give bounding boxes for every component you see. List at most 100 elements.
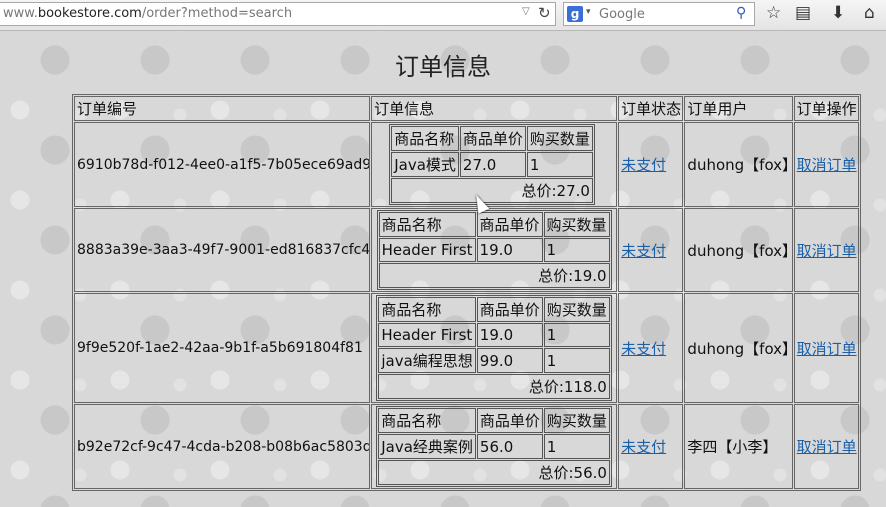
item-header-price: 商品单价 xyxy=(476,408,543,433)
download-icon[interactable]: ⬇ xyxy=(831,3,845,23)
item-row: Java经典案例 56.0 1 xyxy=(378,434,610,459)
item-header-name: 商品名称 xyxy=(391,126,459,151)
cancel-order-link[interactable]: 取消订单 xyxy=(797,340,857,358)
reload-icon[interactable]: ↻ xyxy=(538,4,551,22)
item-row: Header First 19.0 1 xyxy=(378,323,610,347)
status-cell: 未支付 xyxy=(618,208,684,292)
url-text[interactable]: www.bookestore.com/order?method=search xyxy=(3,6,292,21)
order-total: 总价:27.0 xyxy=(391,178,593,203)
item-header-qty: 购买数量 xyxy=(526,126,593,151)
item-header-name: 商品名称 xyxy=(378,212,476,237)
total-row: 总价:56.0 xyxy=(378,460,610,485)
cancel-order-link[interactable]: 取消订单 xyxy=(797,242,857,260)
order-id: 9f9e520f-1ae2-42aa-9b1f-a5b691804f81 xyxy=(74,293,371,403)
page-title: 订单信息 xyxy=(395,53,491,81)
item-price: 27.0 xyxy=(459,152,526,177)
item-header-name: 商品名称 xyxy=(378,297,476,322)
orders-header-row: 订单编号 订单信息 订单状态 订单用户 订单操作 xyxy=(74,96,859,121)
order-info-cell: 商品名称 商品单价 购买数量 Header First 19.0 1 java编… xyxy=(371,293,618,403)
order-user: duhong【fox】 xyxy=(684,293,793,403)
item-name: Java模式 xyxy=(391,152,459,177)
search-icon[interactable]: ⚲ xyxy=(736,5,746,21)
header-order-action: 订单操作 xyxy=(793,96,859,121)
star-icon[interactable]: ☆ xyxy=(766,3,781,23)
orders-table: 订单编号 订单信息 订单状态 订单用户 订单操作 6910b78d-f012-4… xyxy=(72,94,861,491)
action-cell: 取消订单 xyxy=(793,404,859,489)
item-name: Java经典案例 xyxy=(378,434,476,459)
order-items-table: 商品名称 商品单价 购买数量 Java模式 27.0 1 总价:27.0 xyxy=(389,124,595,205)
item-qty: 1 xyxy=(543,238,610,262)
item-price: 19.0 xyxy=(476,323,543,347)
order-items-table: 商品名称 商品单价 购买数量 Header First 19.0 1 总价:19… xyxy=(376,210,612,290)
search-bar[interactable]: g ▾ Google ⚲ xyxy=(563,2,755,26)
cancel-order-link[interactable]: 取消订单 xyxy=(797,156,857,174)
item-row: Header First 19.0 1 xyxy=(378,238,610,262)
items-header-row: 商品名称 商品单价 购买数量 xyxy=(378,408,610,433)
order-info-cell: 商品名称 商品单价 购买数量 Java模式 27.0 1 总价:27.0 xyxy=(371,122,618,207)
google-logo-icon[interactable]: g xyxy=(567,6,583,22)
order-info-cell: 商品名称 商品单价 购买数量 Java经典案例 56.0 1 总价:56.0 xyxy=(371,404,618,489)
header-order-status: 订单状态 xyxy=(618,96,684,121)
status-cell: 未支付 xyxy=(618,404,684,489)
bookmarks-icon[interactable]: ▤ xyxy=(795,3,811,23)
browser-toolbar: www.bookestore.com/order?method=search ▽… xyxy=(0,0,886,31)
order-total: 总价:56.0 xyxy=(378,460,610,485)
item-header-qty: 购买数量 xyxy=(543,408,610,433)
order-status-link[interactable]: 未支付 xyxy=(621,156,666,174)
order-status-link[interactable]: 未支付 xyxy=(621,340,666,358)
home-icon[interactable]: ⌂ xyxy=(864,3,875,23)
order-items-table: 商品名称 商品单价 购买数量 Header First 19.0 1 java编… xyxy=(376,295,612,401)
header-order-info: 订单信息 xyxy=(371,96,618,121)
order-user: duhong【fox】 xyxy=(684,208,793,292)
order-status-link[interactable]: 未支付 xyxy=(621,438,666,456)
order-total: 总价:19.0 xyxy=(378,263,610,288)
item-name: java编程思想 xyxy=(378,348,476,373)
header-order-id: 订单编号 xyxy=(74,96,371,121)
item-header-price: 商品单价 xyxy=(476,212,543,237)
items-header-row: 商品名称 商品单价 购买数量 xyxy=(378,212,610,237)
order-items-table: 商品名称 商品单价 购买数量 Java经典案例 56.0 1 总价:56.0 xyxy=(376,406,612,487)
order-id: 6910b78d-f012-4ee0-a1f5-7b05ece69ad9 xyxy=(74,122,371,207)
item-row: java编程思想 99.0 1 xyxy=(378,348,610,373)
table-row: b92e72cf-9c47-4cda-b208-b08b6ac5803d 商品名… xyxy=(74,404,859,489)
total-row: 总价:27.0 xyxy=(391,178,593,203)
item-name: Header First xyxy=(378,238,476,262)
item-price: 19.0 xyxy=(476,238,543,262)
header-order-user: 订单用户 xyxy=(684,96,793,121)
url-prefix: www. xyxy=(3,6,38,21)
item-name: Header First xyxy=(378,323,476,347)
order-id: b92e72cf-9c47-4cda-b208-b08b6ac5803d xyxy=(74,404,371,489)
status-cell: 未支付 xyxy=(618,122,684,207)
order-info-cell: 商品名称 商品单价 购买数量 Header First 19.0 1 总价:19… xyxy=(371,208,618,292)
action-cell: 取消订单 xyxy=(793,122,859,207)
item-header-qty: 购买数量 xyxy=(543,297,610,322)
order-status-link[interactable]: 未支付 xyxy=(621,242,666,260)
items-header-row: 商品名称 商品单价 购买数量 xyxy=(391,126,593,151)
item-row: Java模式 27.0 1 xyxy=(391,152,593,177)
action-cell: 取消订单 xyxy=(793,208,859,292)
item-price: 99.0 xyxy=(476,348,543,373)
table-row: 6910b78d-f012-4ee0-a1f5-7b05ece69ad9 商品名… xyxy=(74,122,859,207)
item-price: 56.0 xyxy=(476,434,543,459)
item-header-price: 商品单价 xyxy=(459,126,526,151)
table-row: 9f9e520f-1ae2-42aa-9b1f-a5b691804f81 商品名… xyxy=(74,293,859,403)
url-domain: bookestore.com xyxy=(37,6,142,21)
cancel-order-link[interactable]: 取消订单 xyxy=(797,438,857,456)
total-row: 总价:19.0 xyxy=(378,263,610,288)
table-row: 8883a39e-3aa3-49f7-9001-ed816837cfc4 商品名… xyxy=(74,208,859,292)
action-cell: 取消订单 xyxy=(793,293,859,403)
order-id: 8883a39e-3aa3-49f7-9001-ed816837cfc4 xyxy=(74,208,371,292)
order-total: 总价:118.0 xyxy=(378,374,610,399)
item-header-price: 商品单价 xyxy=(476,297,543,322)
item-qty: 1 xyxy=(543,323,610,347)
order-user: duhong【fox】 xyxy=(684,122,793,207)
search-input[interactable]: Google xyxy=(599,7,645,22)
item-header-qty: 购买数量 xyxy=(543,212,610,237)
item-qty: 1 xyxy=(543,434,610,459)
total-row: 总价:118.0 xyxy=(378,374,610,399)
status-cell: 未支付 xyxy=(618,293,684,403)
item-qty: 1 xyxy=(543,348,610,373)
url-history-dropdown-icon[interactable]: ▽ xyxy=(522,6,530,17)
url-bar[interactable]: www.bookestore.com/order?method=search ▽… xyxy=(0,2,556,26)
search-engine-dropdown-icon[interactable]: ▾ xyxy=(586,7,591,17)
